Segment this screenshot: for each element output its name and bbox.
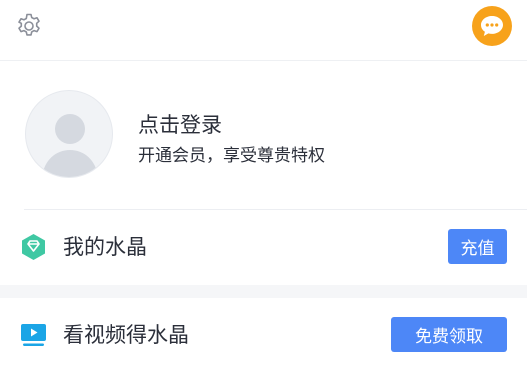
recharge-button[interactable]: 充值 xyxy=(448,229,507,264)
membership-promo-text: 开通会员，享受尊贵特权 xyxy=(138,146,325,166)
section-separator xyxy=(0,285,527,298)
watch-video-label: 看视频得水晶 xyxy=(63,323,189,347)
my-crystal-label: 我的水晶 xyxy=(63,235,147,259)
profile-section: 点击登录 开通会员，享受尊贵特权 xyxy=(0,61,527,209)
gem-icon xyxy=(20,233,47,261)
video-screen-icon xyxy=(20,321,47,349)
watch-video-row: 看视频得水晶 免费领取 xyxy=(0,303,527,367)
message-button[interactable] xyxy=(472,6,512,46)
gear-icon xyxy=(18,13,40,36)
settings-button[interactable] xyxy=(14,11,44,41)
login-link[interactable]: 点击登录 xyxy=(138,109,222,139)
top-bar xyxy=(0,0,527,61)
default-user-avatar xyxy=(42,114,98,177)
chat-bubble-icon xyxy=(481,16,503,36)
free-claim-button[interactable]: 免费领取 xyxy=(391,317,507,352)
divider xyxy=(24,209,527,210)
my-crystal-row: 我的水晶 充值 xyxy=(0,215,527,279)
avatar[interactable] xyxy=(25,90,113,178)
